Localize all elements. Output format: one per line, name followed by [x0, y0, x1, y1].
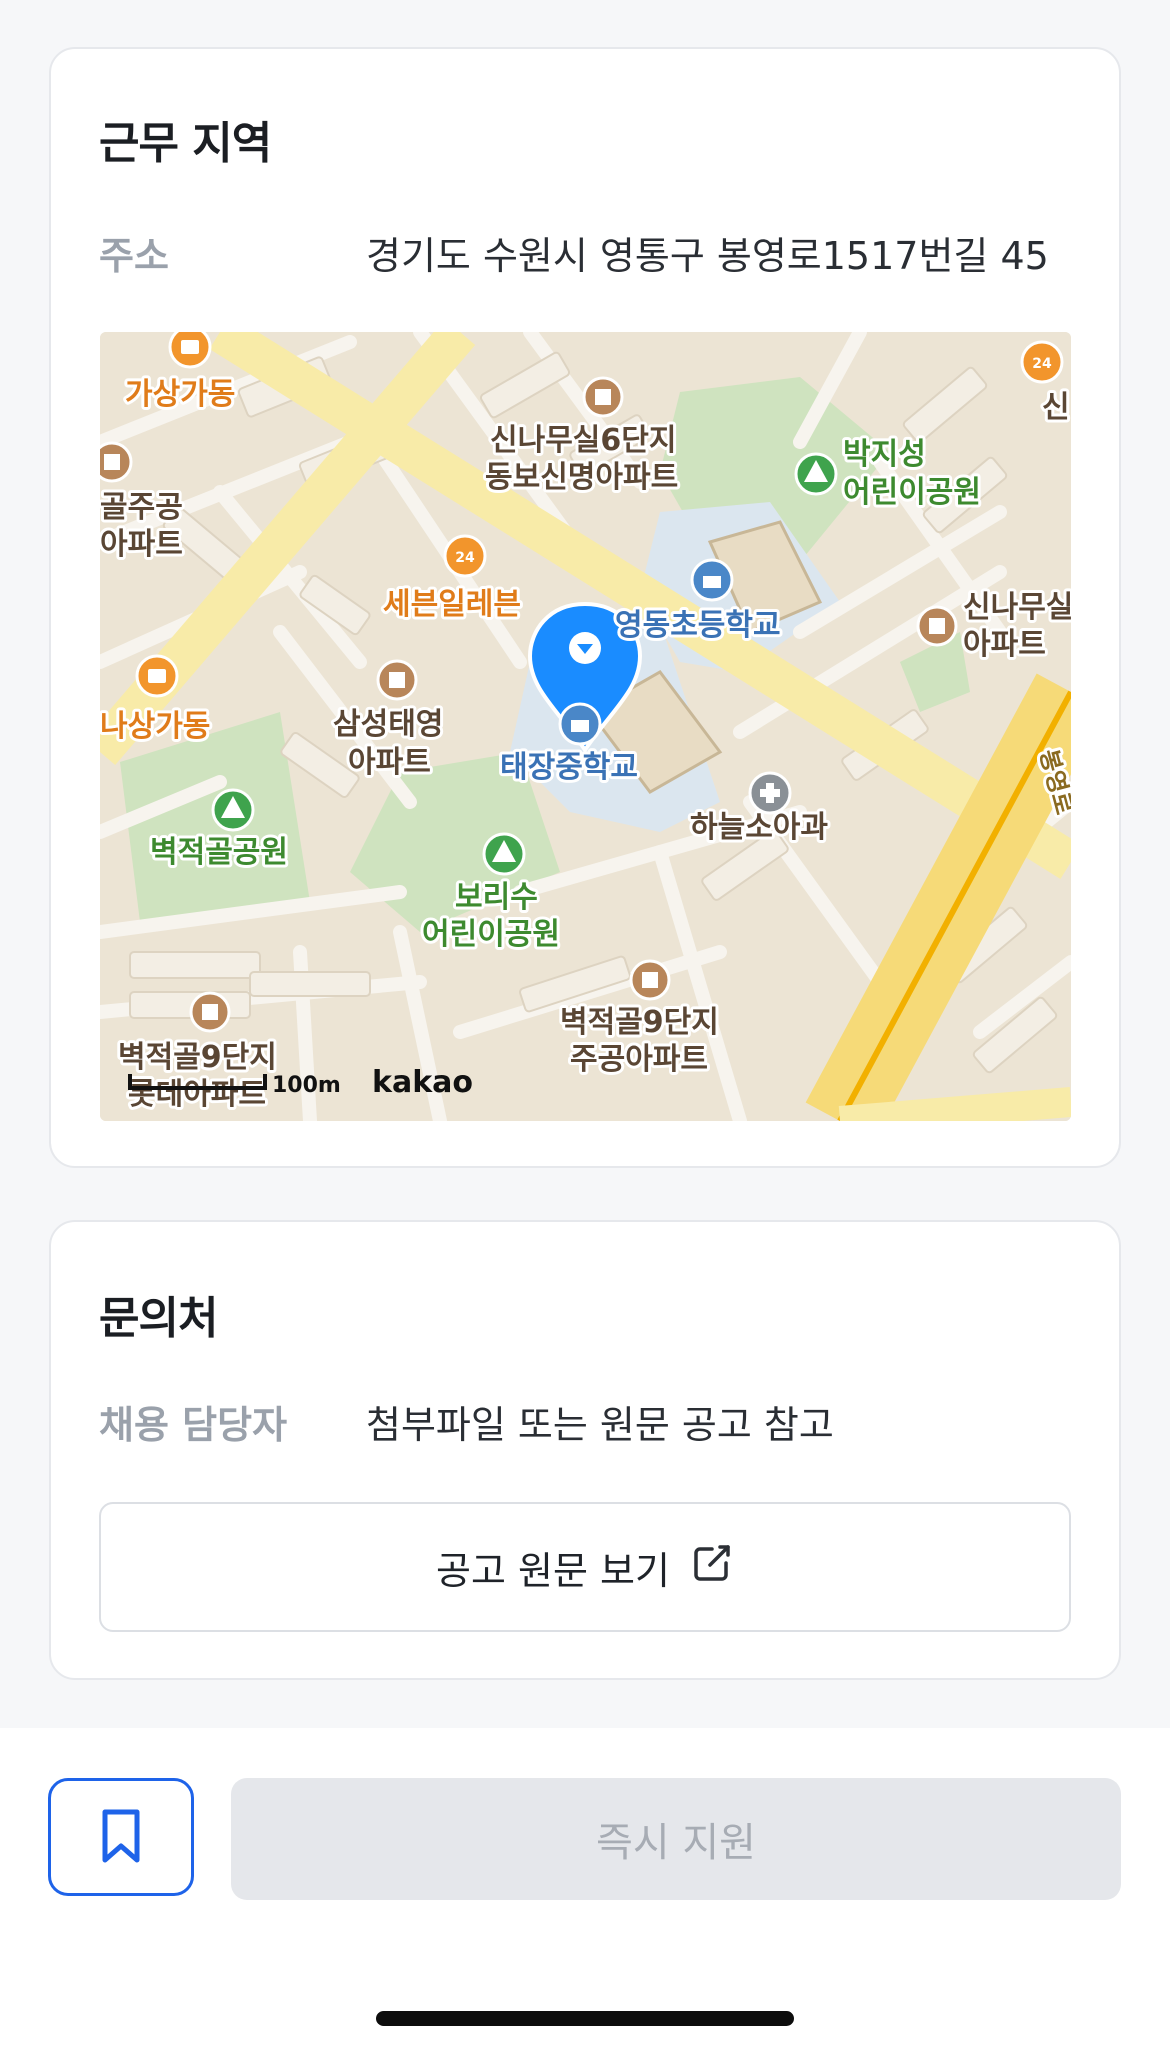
shopping-icon — [135, 654, 179, 698]
park-icon — [211, 788, 255, 832]
map-label: 벽적골9단지 — [118, 1040, 277, 1075]
map-label: 보리수 — [455, 880, 538, 915]
contact-title: 문의처 — [99, 1293, 218, 1344]
map-scale-text: 100m — [272, 1073, 341, 1098]
recruiter-value: 첨부파일 또는 원문 공고 참고 — [366, 1403, 834, 1447]
map-label: 신나무실6단지 — [490, 423, 676, 458]
map-label: 아파트 — [963, 627, 1046, 662]
map-label: 세븐일레븐 — [383, 587, 521, 622]
shopping-icon — [168, 332, 212, 369]
map-label: 태장중학교 — [500, 750, 638, 785]
map-label: 아파트 — [100, 527, 183, 562]
map-label: 나상가동 — [100, 709, 210, 744]
map-label: 어린이공원 — [843, 475, 981, 510]
hospital-icon — [748, 771, 792, 815]
apartment-icon — [582, 376, 624, 418]
external-link-icon — [690, 1541, 734, 1594]
map-label: 어린이공원 — [422, 917, 560, 952]
park-icon — [794, 452, 838, 496]
bookmark-icon — [100, 1808, 142, 1867]
apartment-icon — [189, 991, 231, 1033]
apartment-icon — [629, 959, 671, 1001]
recruiter-label: 채용 담당자 — [99, 1403, 288, 1447]
map-label: 롯데아파트 — [128, 1077, 266, 1112]
bookmark-button[interactable] — [48, 1778, 194, 1896]
apply-now-button[interactable]: 즉시 지원 — [231, 1778, 1121, 1900]
apartment-icon — [916, 605, 958, 647]
map-label: 하늘소아과 — [690, 810, 828, 845]
address-value: 경기도 수원시 영통구 봉영로1517번길 45 — [366, 234, 1049, 278]
home-indicator — [376, 2011, 794, 2026]
school-icon — [690, 558, 734, 602]
apply-now-label: 즉시 지원 — [596, 1820, 756, 1866]
map-label: 박지성 — [843, 437, 926, 472]
location-map[interactable]: 24 24 가상가동 신나무실6단지 동보신명아파트 박지성 어린이공원 신 골… — [100, 332, 1071, 1121]
map-label: 벽적골9단지 — [560, 1005, 719, 1040]
map-label: 아파트 — [348, 745, 431, 780]
work-location-title: 근무 지역 — [99, 118, 272, 169]
map-label: 신 — [1042, 390, 1070, 425]
view-original-posting-button[interactable]: 공고 원문 보기 — [99, 1502, 1071, 1632]
apartment-icon — [376, 659, 418, 701]
svg-text:24: 24 — [1032, 356, 1052, 372]
map-label: 영동초등학교 — [615, 608, 781, 643]
park-icon — [482, 832, 526, 876]
apartment-icon — [100, 441, 133, 483]
convenience-store-icon: 24 — [443, 534, 487, 578]
map-label: 주공아파트 — [570, 1042, 708, 1077]
bottom-action-bar: 즉시 지원 — [0, 1728, 1170, 2051]
address-label: 주소 — [99, 234, 169, 278]
map-label: 벽적골공원 — [150, 835, 288, 870]
map-label: 골주공 — [100, 490, 183, 525]
work-location-card: 근무 지역 주소 경기도 수원시 영통구 봉영로1517번길 45 24 24 … — [49, 47, 1121, 1168]
contact-card: 문의처 채용 담당자 첨부파일 또는 원문 공고 참고 공고 원문 보기 — [49, 1220, 1121, 1680]
map-label: 가상가동 — [125, 377, 235, 412]
map-label: 신나무실 — [963, 590, 1071, 625]
view-original-posting-label: 공고 원문 보기 — [436, 1548, 670, 1593]
svg-text:24: 24 — [455, 550, 475, 566]
map-label: 삼성태영 — [333, 707, 443, 742]
map-label: 동보신명아파트 — [485, 460, 678, 495]
school-icon — [558, 702, 602, 746]
convenience-store-icon: 24 — [1020, 340, 1064, 384]
map-provider-logo: kakao — [372, 1065, 473, 1100]
